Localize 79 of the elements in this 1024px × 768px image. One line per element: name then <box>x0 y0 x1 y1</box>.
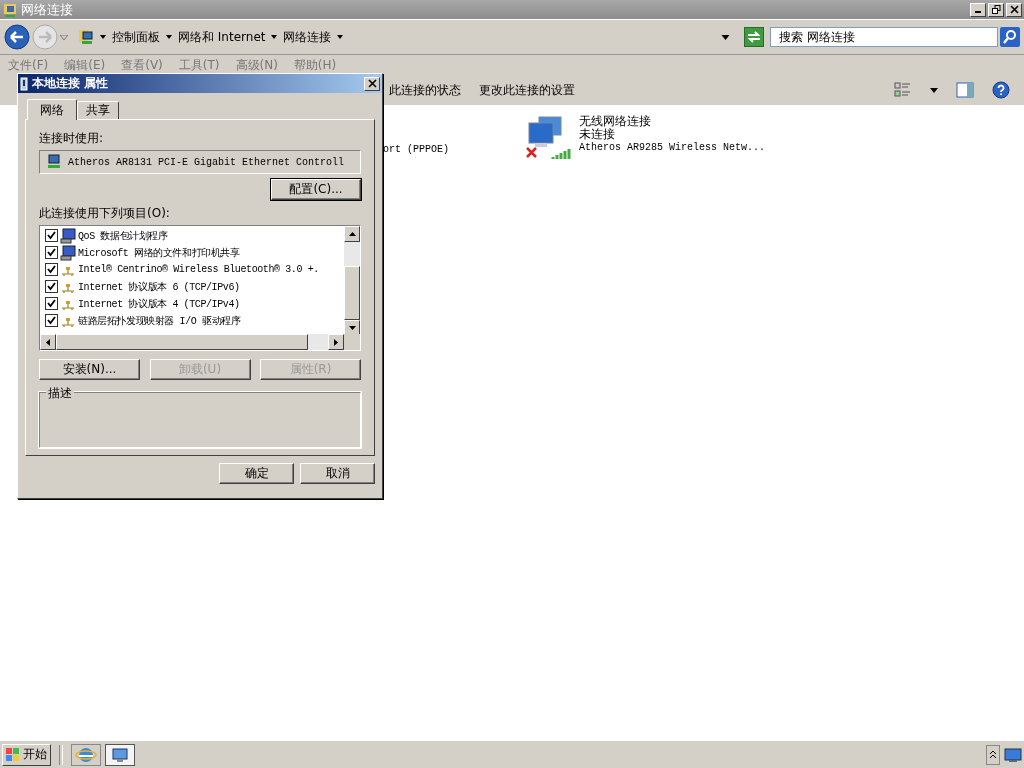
toolbar-command[interactable]: 此连接的状态 <box>389 81 461 99</box>
dialog-title: 本地连接 属性 <box>32 75 109 92</box>
scroll-down-icon[interactable] <box>348 326 356 330</box>
connection-device: ort (PPPOE) <box>383 144 449 155</box>
restore-button[interactable] <box>988 2 1004 17</box>
breadcrumb-item[interactable]: 控制面板 <box>112 28 160 46</box>
preview-pane-icon[interactable] <box>956 81 974 99</box>
checkbox[interactable] <box>45 314 58 327</box>
list-item[interactable]: 链路层拓扑发现映射器 I/O 驱动程序 <box>40 312 344 329</box>
refresh-button[interactable] <box>744 27 764 47</box>
dialog-button[interactable]: 取消 <box>300 463 375 484</box>
list-item[interactable]: QoS 数据包计划程序 <box>40 227 344 244</box>
dropdown-arrow-icon[interactable] <box>721 34 730 40</box>
view-icon[interactable] <box>894 81 912 99</box>
connection-device: Atheros AR9285 Wireless Netw... <box>579 141 766 154</box>
back-button[interactable] <box>4 24 30 50</box>
list-item[interactable]: Microsoft 网络的文件和打印机共享 <box>40 244 344 261</box>
item-label: Microsoft 网络的文件和打印机共享 <box>78 246 240 260</box>
network-adapter-icon <box>20 76 28 91</box>
scrollbar-corner <box>344 334 360 350</box>
description-label: 描述 <box>46 385 74 402</box>
help-icon[interactable] <box>992 81 1010 99</box>
item-label: Intel® Centrino® Wireless Bluetooth® 3.0 +. <box>78 264 319 275</box>
breadcrumb-item[interactable]: 网络和 Internet <box>178 28 266 46</box>
network-tray-icon[interactable] <box>1004 746 1022 763</box>
checkbox[interactable] <box>45 263 58 276</box>
checkbox[interactable] <box>45 246 58 259</box>
close-icon <box>367 79 377 88</box>
tab[interactable]: 网络 <box>27 99 77 120</box>
list-item[interactable]: Intel® Centrino® Wireless Bluetooth® 3.0 +. <box>40 261 344 278</box>
adapter-name: Atheros AR8131 PCI-E Gigabit Ethernet Controll <box>68 156 345 168</box>
dialog-button[interactable]: 确定 <box>219 463 294 484</box>
network-folder-icon <box>2 1 18 18</box>
connection-status: 未连接 <box>579 128 615 141</box>
breadcrumb-arrow-icon[interactable] <box>271 35 278 39</box>
vertical-scrollbar[interactable] <box>344 226 360 334</box>
list-item[interactable]: Internet 协议版本 6 (TCP/IPv6) <box>40 278 344 295</box>
item-label: 链路层拓扑发现映射器 I/O 驱动程序 <box>78 314 241 328</box>
search-button[interactable] <box>1000 27 1020 47</box>
scroll-right-icon[interactable] <box>334 338 338 346</box>
scroll-up-icon[interactable] <box>348 232 356 236</box>
start-button[interactable]: 开始 <box>2 743 51 766</box>
scroll-left-icon[interactable] <box>46 338 50 346</box>
windows-logo-icon <box>6 747 20 762</box>
show-hidden-icons-button[interactable] <box>986 744 1000 765</box>
network-connections-taskbar-icon[interactable] <box>105 743 135 766</box>
breadcrumb-arrow-icon[interactable] <box>337 35 344 39</box>
browser-icon[interactable] <box>71 743 101 766</box>
close-button[interactable] <box>364 76 380 91</box>
network-adapter-icon <box>46 154 62 170</box>
breadcrumb-item[interactable]: 网络连接 <box>283 28 332 46</box>
window-title: 网络连接 <box>21 0 73 19</box>
view-dropdown-icon[interactable] <box>930 87 938 93</box>
tab[interactable]: 共享 <box>77 101 119 119</box>
toolbar-command[interactable]: 更改此连接的设置 <box>479 81 575 99</box>
item-label: QoS 数据包计划程序 <box>78 229 168 243</box>
search-field[interactable]: 搜索 网络连接 <box>770 27 998 47</box>
configure-button[interactable]: 配置(C)... <box>271 179 361 200</box>
minimize-button[interactable] <box>970 2 986 17</box>
items-label: 此连接使用下列项目(O): <box>39 205 170 222</box>
close-button[interactable] <box>1006 2 1022 17</box>
close-icon <box>1009 5 1019 14</box>
item-label: Internet 协议版本 4 (TCP/IPv4) <box>78 297 240 311</box>
breadcrumb-arrow-icon[interactable] <box>100 35 106 39</box>
computer-icon <box>60 227 76 244</box>
checkbox[interactable] <box>45 280 58 293</box>
history-dropdown-icon[interactable] <box>60 34 68 40</box>
horizontal-scrollbar[interactable] <box>40 334 360 350</box>
item-action-button[interactable]: 安装(N)... <box>39 359 140 380</box>
checkbox[interactable] <box>45 229 58 242</box>
item-label: Internet 协议版本 6 (TCP/IPv6) <box>78 280 240 294</box>
connection-name: 无线网络连接 <box>579 115 652 128</box>
network-computer-icon <box>78 29 94 45</box>
connect-using-label: 连接时使用: <box>39 130 104 147</box>
checkbox[interactable] <box>45 297 58 310</box>
restore-icon <box>991 5 1001 14</box>
list-item[interactable]: Internet 协议版本 4 (TCP/IPv4) <box>40 295 344 312</box>
computer-icon <box>60 244 76 261</box>
breadcrumb-arrow-icon[interactable] <box>166 35 172 39</box>
